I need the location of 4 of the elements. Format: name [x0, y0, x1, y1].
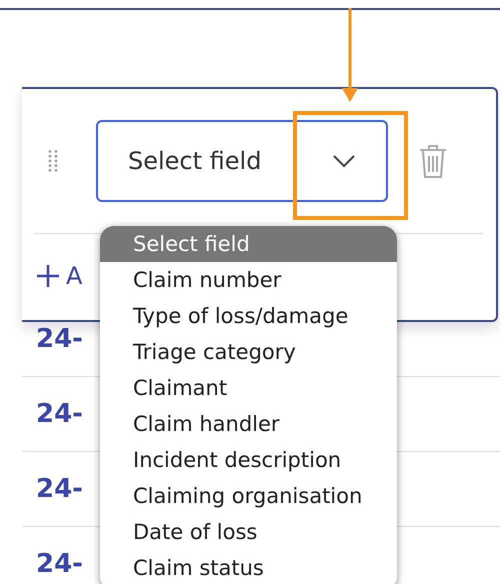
claim-number-cell: 24- [36, 324, 83, 354]
claim-number-cell: 24- [36, 474, 83, 504]
claim-number-cell: 24- [36, 549, 83, 579]
claim-number-cell: 24- [36, 399, 83, 429]
